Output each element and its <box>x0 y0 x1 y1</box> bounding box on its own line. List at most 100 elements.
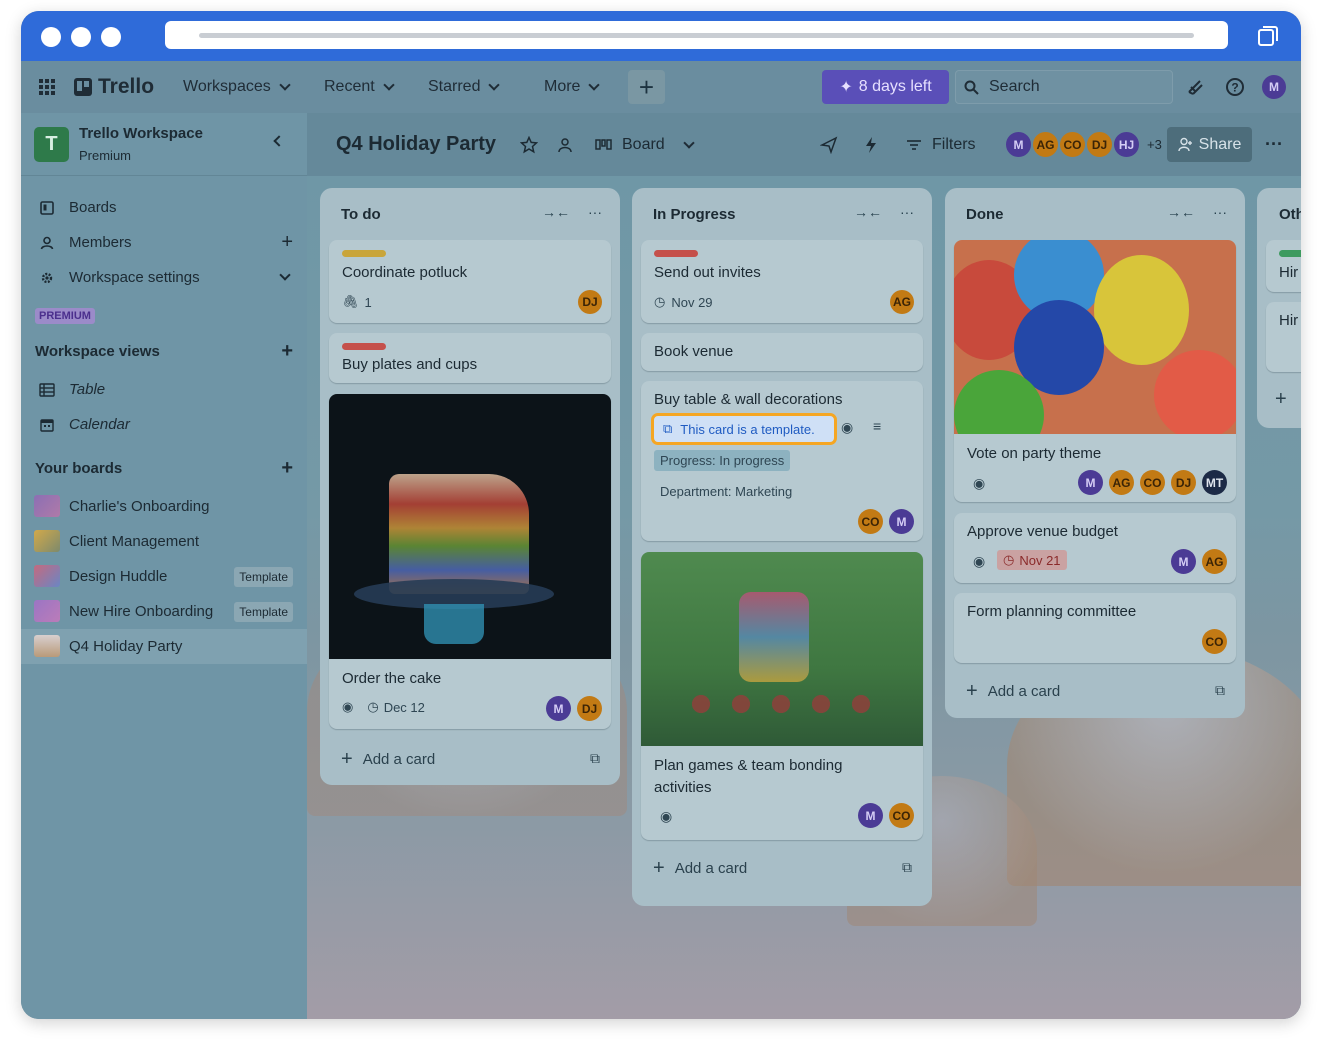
notifications-icon[interactable] <box>1185 61 1205 113</box>
add-board-icon[interactable]: + <box>281 457 293 480</box>
automation-icon[interactable] <box>864 113 878 176</box>
sidebar-item-calendar[interactable]: Calendar <box>21 407 307 442</box>
member-avatar[interactable]: CO <box>1202 629 1227 654</box>
member-avatar[interactable]: M <box>546 696 571 721</box>
member-avatar[interactable]: AG <box>1109 470 1134 495</box>
trello-logo[interactable]: Trello <box>74 61 154 113</box>
sidebar-board-charlies-onboarding[interactable]: Charlie's Onboarding <box>21 489 307 524</box>
star-icon[interactable] <box>520 113 538 176</box>
card-order-the-cake[interactable]: Order the cake ◉ ◷ Dec 12 M DJ <box>329 394 611 729</box>
member-avatar[interactable]: CO <box>858 509 883 534</box>
sidebar-board-q4-holiday-party[interactable]: Q4 Holiday Party <box>21 629 307 664</box>
add-card-button[interactable]: + Add a card <box>966 680 1060 703</box>
due-date-badge[interactable]: ◷ Dec 12 <box>367 699 425 715</box>
member-avatar[interactable]: M <box>1171 549 1196 574</box>
member-avatar[interactable]: DJ <box>1171 470 1196 495</box>
filters-button[interactable]: Filters <box>906 113 976 176</box>
member-avatar[interactable]: DJ <box>1085 130 1114 159</box>
member-avatar[interactable]: M <box>858 803 883 828</box>
sidebar-item-workspace-settings[interactable]: Workspace settings <box>21 260 307 295</box>
collapse-list-icon[interactable]: →← <box>854 204 882 220</box>
sidebar-board-design-huddle[interactable]: Design Huddle Template <box>21 559 307 594</box>
trial-button[interactable]: ✦ 8 days left <box>822 70 949 104</box>
template-badge-highlighted[interactable]: ⧉ This card is a template. <box>651 413 837 445</box>
member-avatar[interactable]: AG <box>1202 549 1227 574</box>
member-avatar[interactable]: AG <box>1031 130 1060 159</box>
extra-members-count[interactable]: +3 <box>1147 137 1162 152</box>
card-book-venue[interactable]: Book venue <box>641 333 923 371</box>
member-avatar[interactable]: M <box>1004 130 1033 159</box>
workspaces-menu[interactable]: Workspaces <box>183 61 291 113</box>
recent-menu[interactable]: Recent <box>324 61 395 113</box>
sidebar-board-client-management[interactable]: Client Management <box>21 524 307 559</box>
card-partial[interactable]: Hir <box>1266 302 1301 372</box>
card-label-red[interactable] <box>342 343 386 350</box>
member-avatar[interactable]: CO <box>1058 130 1087 159</box>
tabs-icon[interactable] <box>1256 24 1280 48</box>
user-avatar[interactable]: M <box>1262 61 1286 113</box>
list-title[interactable]: Done <box>966 206 1004 223</box>
power-ups-icon[interactable] <box>820 113 838 176</box>
sidebar-item-members[interactable]: Members + <box>21 225 307 260</box>
card-label-red[interactable] <box>654 250 698 257</box>
member-avatar[interactable]: MT <box>1202 470 1227 495</box>
list-menu-icon[interactable]: ··· <box>900 204 914 220</box>
window-minimize-dot[interactable] <box>71 27 91 47</box>
add-card-button[interactable]: + Add a card <box>341 748 435 771</box>
view-switcher[interactable]: Board <box>595 113 695 176</box>
more-menu[interactable]: More <box>544 61 601 113</box>
window-maximize-dot[interactable] <box>101 27 121 47</box>
collapse-list-icon[interactable]: →← <box>1167 204 1195 220</box>
due-date-badge[interactable]: ◷ Nov 21 <box>997 550 1067 570</box>
create-from-template-icon[interactable]: ⧉ <box>902 859 912 876</box>
create-from-template-icon[interactable]: ⧉ <box>1215 682 1225 699</box>
board-title[interactable]: Q4 Holiday Party <box>336 113 496 176</box>
list-title[interactable]: To do <box>341 206 381 223</box>
list-menu-icon[interactable]: ··· <box>1213 204 1227 220</box>
add-member-icon[interactable]: + <box>281 231 293 254</box>
starred-menu[interactable]: Starred <box>428 61 501 113</box>
chevron-down-icon[interactable] <box>279 269 291 281</box>
card-label-green[interactable] <box>1279 250 1301 257</box>
card-send-out-invites[interactable]: Send out invites ◷ Nov 29 AG <box>641 240 923 323</box>
app-switcher-icon[interactable] <box>38 61 56 113</box>
due-date-badge[interactable]: ◷ Nov 29 <box>654 294 713 310</box>
add-view-icon[interactable]: + <box>281 340 293 363</box>
card-coordinate-potluck[interactable]: Coordinate potluck 🖇 1 DJ <box>329 240 611 323</box>
collapse-list-icon[interactable]: →← <box>542 204 570 220</box>
add-card-button[interactable]: + <box>1275 388 1287 411</box>
card-approve-venue-budget[interactable]: Approve venue budget ◉ ◷ Nov 21 M AG <box>954 513 1236 583</box>
list-title[interactable]: Oth <box>1279 206 1301 223</box>
board-members[interactable]: M AG CO DJ HJ +3 <box>1004 113 1162 176</box>
card-vote-on-party-theme[interactable]: Vote on party theme ◉ M AG CO DJ MT <box>954 240 1236 502</box>
collapse-sidebar-icon[interactable] <box>273 135 285 147</box>
search-input[interactable]: Search <box>955 70 1173 104</box>
member-avatar[interactable]: AG <box>890 290 914 314</box>
card-plan-games[interactable]: Plan games & team bonding activities ◉ M… <box>641 552 923 840</box>
board-menu-icon[interactable]: ··· <box>1265 113 1283 176</box>
add-card-button[interactable]: + Add a card <box>653 857 747 880</box>
visibility-icon[interactable] <box>556 113 574 176</box>
member-avatar[interactable]: HJ <box>1112 130 1141 159</box>
create-from-template-icon[interactable]: ⧉ <box>590 750 600 767</box>
sidebar-board-new-hire-onboarding[interactable]: New Hire Onboarding Template <box>21 594 307 629</box>
sidebar-item-boards[interactable]: Boards <box>21 190 307 225</box>
help-icon[interactable]: ? <box>1225 61 1245 113</box>
share-button[interactable]: Share <box>1167 127 1252 162</box>
card-partial[interactable]: Hir <box>1266 240 1301 292</box>
card-buy-plates-and-cups[interactable]: Buy plates and cups <box>329 333 611 383</box>
card-buy-table-wall-decorations[interactable]: Buy table & wall decorations ⧉ This card… <box>641 381 923 541</box>
member-avatar[interactable]: M <box>889 509 914 534</box>
member-avatar[interactable]: DJ <box>577 696 602 721</box>
member-avatar[interactable]: DJ <box>578 290 602 314</box>
member-avatar[interactable]: CO <box>1140 470 1165 495</box>
window-close-dot[interactable] <box>41 27 61 47</box>
create-button[interactable]: + <box>628 70 665 104</box>
card-form-planning-committee[interactable]: Form planning committee CO <box>954 593 1236 663</box>
member-avatar[interactable]: CO <box>889 803 914 828</box>
card-label-yellow[interactable] <box>342 250 386 257</box>
url-bar[interactable] <box>165 21 1228 49</box>
sidebar-item-table[interactable]: Table <box>21 372 307 407</box>
list-menu-icon[interactable]: ··· <box>588 204 602 220</box>
list-title[interactable]: In Progress <box>653 206 736 223</box>
